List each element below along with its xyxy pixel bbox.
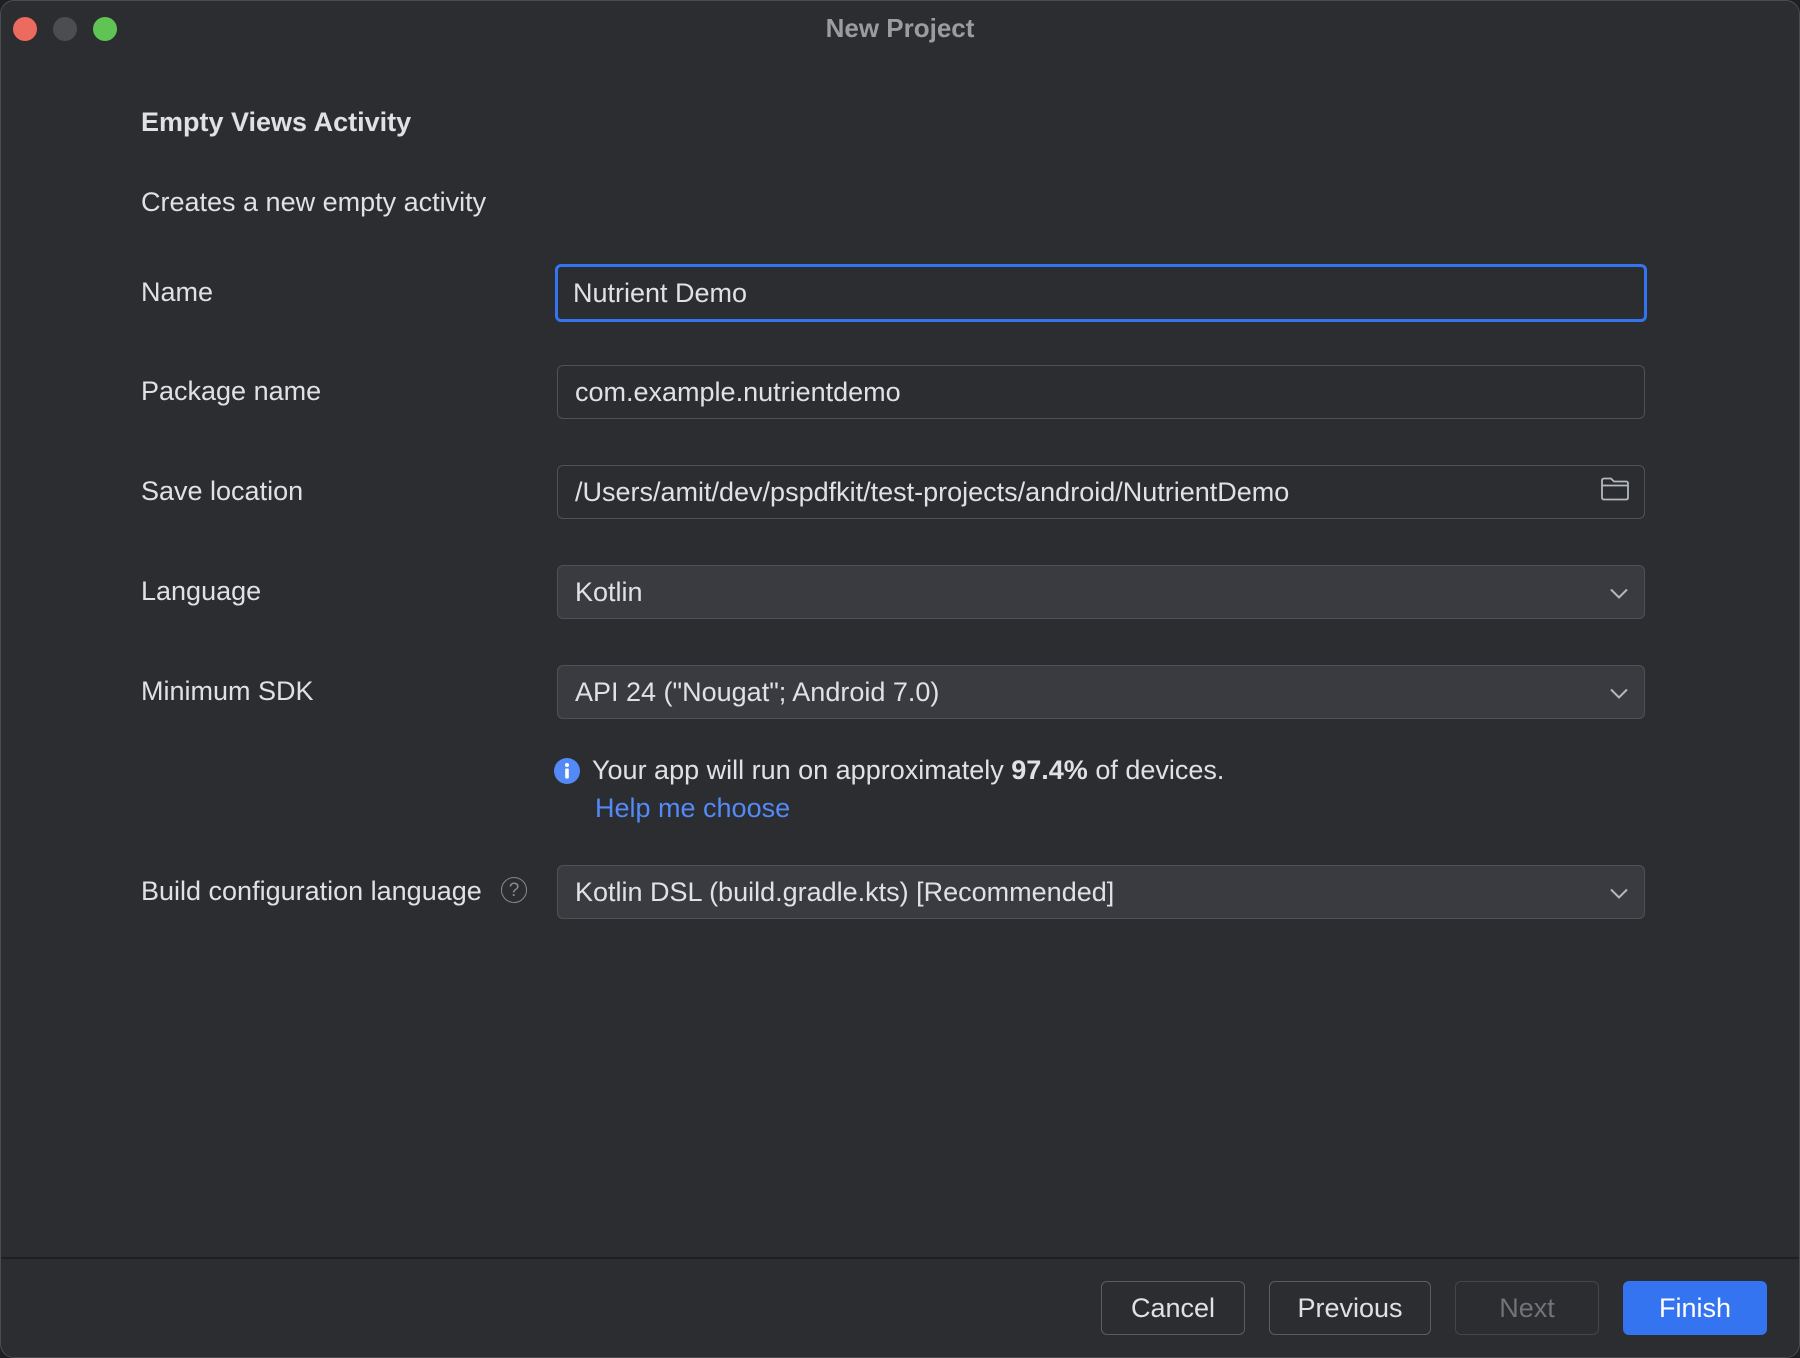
info-icon xyxy=(553,757,581,785)
footer-divider xyxy=(1,1257,1799,1259)
save-location-value: /Users/amit/dev/pspdfkit/test-projects/a… xyxy=(575,476,1290,507)
language-value: Kotlin xyxy=(575,576,643,607)
package-name-value: com.example.nutrientdemo xyxy=(575,376,901,407)
name-input[interactable]: Nutrient Demo xyxy=(555,264,1647,322)
cancel-button[interactable]: Cancel xyxy=(1101,1281,1245,1335)
help-me-choose-link[interactable]: Help me choose xyxy=(595,793,790,824)
next-button[interactable]: Next xyxy=(1455,1281,1599,1335)
finish-button[interactable]: Finish xyxy=(1623,1281,1767,1335)
template-heading: Empty Views Activity xyxy=(141,107,412,137)
device-coverage-percent: 97.4% xyxy=(1011,755,1088,785)
save-location-input[interactable]: /Users/amit/dev/pspdfkit/test-projects/a… xyxy=(557,465,1645,519)
chevron-down-icon xyxy=(1608,677,1630,708)
build-config-language-label: Build configuration language xyxy=(141,876,482,906)
title-bar: New Project xyxy=(1,1,1799,57)
device-coverage-text: Your app will run on approximately 97.4%… xyxy=(592,755,1224,786)
minimum-sdk-label: Minimum SDK xyxy=(141,676,314,706)
chevron-down-icon xyxy=(1608,577,1630,608)
minimum-sdk-dropdown[interactable]: API 24 ("Nougat"; Android 7.0) xyxy=(557,665,1645,719)
package-name-label: Package name xyxy=(141,376,322,406)
chevron-down-icon xyxy=(1608,877,1630,908)
name-input-value: Nutrient Demo xyxy=(573,277,748,308)
folder-icon[interactable] xyxy=(1600,476,1630,509)
new-project-dialog: New Project Empty Views Activity Creates… xyxy=(0,0,1800,1358)
question-mark-icon[interactable]: ? xyxy=(501,877,527,903)
window-title: New Project xyxy=(825,13,975,43)
language-dropdown[interactable]: Kotlin xyxy=(557,565,1645,619)
save-location-label: Save location xyxy=(141,476,304,506)
template-description: Creates a new empty activity xyxy=(141,187,487,217)
device-coverage-prefix: Your app will run on approximately xyxy=(592,755,1012,785)
device-coverage-hint: Your app will run on approximately 97.4%… xyxy=(553,755,1224,786)
language-label: Language xyxy=(141,576,262,606)
minimum-sdk-value: API 24 ("Nougat"; Android 7.0) xyxy=(575,676,940,707)
build-config-language-value: Kotlin DSL (build.gradle.kts) [Recommend… xyxy=(575,876,1115,907)
package-name-input[interactable]: com.example.nutrientdemo xyxy=(557,365,1645,419)
previous-button[interactable]: Previous xyxy=(1269,1281,1431,1335)
name-label: Name xyxy=(141,277,214,307)
build-config-language-dropdown[interactable]: Kotlin DSL (build.gradle.kts) [Recommend… xyxy=(557,865,1645,919)
device-coverage-suffix: of devices. xyxy=(1087,755,1225,785)
